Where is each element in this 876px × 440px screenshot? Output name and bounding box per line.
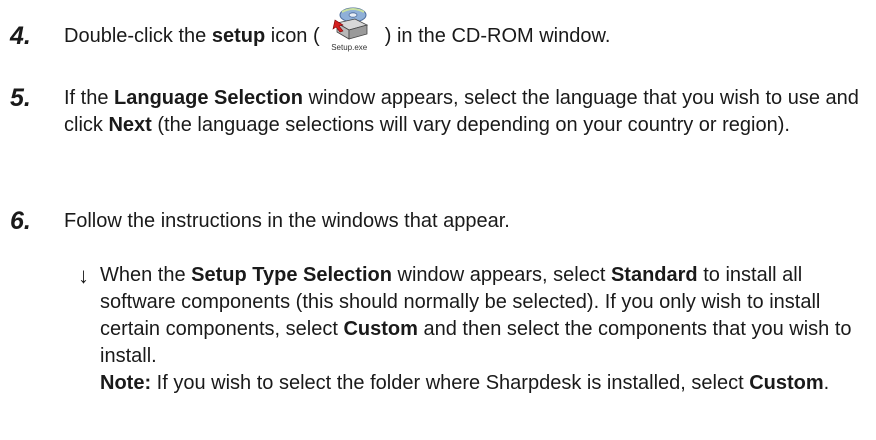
icon-caption: Setup.exe [331, 43, 368, 52]
step-number: 4. [10, 22, 31, 50]
substep-text: When the Setup Type Selection window app… [100, 264, 852, 394]
note-label: Note: [100, 372, 152, 394]
setup-exe-icon: Setup.exe [325, 7, 379, 52]
arrow-down-icon: ↓ [78, 263, 89, 288]
step-text: If the Language Selection window appears… [64, 87, 859, 136]
step-text: Follow the instructions in the windows t… [64, 210, 510, 232]
step-number: 6. [10, 207, 31, 235]
step-number: 5. [10, 84, 31, 112]
step-text: Double-click the setup icon ( Setup.exe … [64, 7, 864, 52]
